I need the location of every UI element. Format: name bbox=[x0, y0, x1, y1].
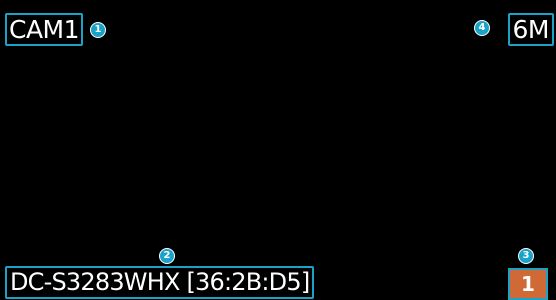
camera-preview-screen: CAM1 1 4 6M 2 DC-S3283WHX [36:2B:D5] 3 1 bbox=[0, 0, 556, 300]
resolution-label: 6M bbox=[507, 13, 554, 46]
camera-name-label: CAM1 bbox=[5, 13, 84, 46]
callout-marker-3: 3 bbox=[518, 248, 534, 264]
callout-marker-2: 2 bbox=[159, 248, 175, 264]
callout-marker-1: 1 bbox=[90, 22, 106, 38]
channel-number-box: 1 bbox=[508, 268, 548, 300]
callout-marker-4: 4 bbox=[474, 20, 490, 36]
device-id-label: DC-S3283WHX [36:2B:D5] bbox=[5, 266, 315, 299]
